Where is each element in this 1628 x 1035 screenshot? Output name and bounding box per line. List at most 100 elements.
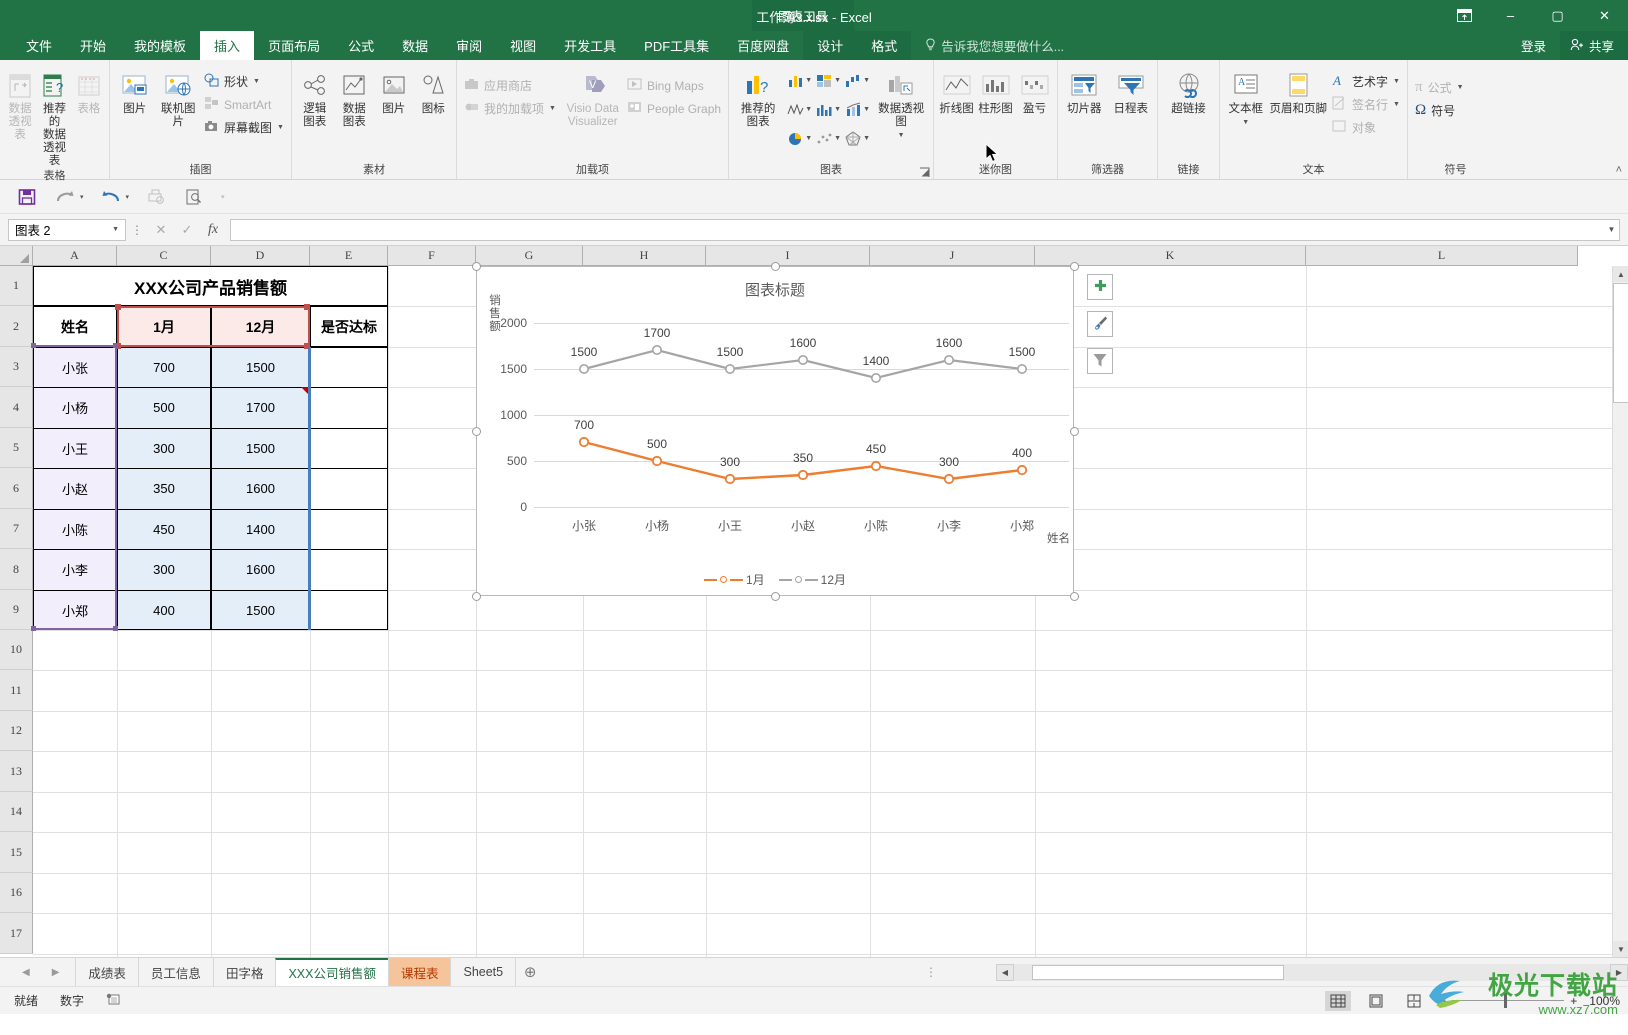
table-cell-dec-3[interactable]: 1600 <box>211 468 310 509</box>
table-cell-dec-5[interactable]: 1600 <box>211 549 310 590</box>
table-cell-jan-5[interactable]: 300 <box>117 549 211 590</box>
table-cell-ok-4[interactable] <box>310 509 388 549</box>
column-header-F[interactable]: F <box>388 246 476 266</box>
pie-chart-button[interactable]: ▼ <box>785 131 814 146</box>
table-cell-name-0[interactable]: 小张 <box>33 347 117 387</box>
tab-pdf-tools[interactable]: PDF工具集 <box>630 31 723 60</box>
chart-title[interactable]: 图表标题 <box>477 279 1073 300</box>
row-header-6[interactable]: 6 <box>0 468 33 509</box>
waterfall-chart-button[interactable]: ▼ <box>843 73 872 88</box>
table-cell-jan-0[interactable]: 700 <box>117 347 211 387</box>
sheet-bar-splitter[interactable]: ⋮ <box>925 965 937 979</box>
column-header-E[interactable]: E <box>310 246 388 266</box>
chevron-down-icon[interactable]: ▼ <box>863 135 870 142</box>
chevron-down-icon[interactable]: ▼ <box>549 105 556 112</box>
table-button[interactable]: 表格 <box>73 66 105 116</box>
redo-icon[interactable] <box>54 186 76 208</box>
close-button[interactable]: ✕ <box>1581 0 1628 31</box>
zoom-out-button[interactable]: − <box>1439 994 1446 1008</box>
chevron-down-icon[interactable]: ▼ <box>1242 116 1249 129</box>
table-cell-ok-1[interactable] <box>310 387 388 428</box>
zoom-slider[interactable]: − + <box>1439 993 1577 1008</box>
header-footer-button[interactable]: 页眉和页脚 <box>1270 66 1327 116</box>
scroll-down-button[interactable]: ▼ <box>1613 941 1628 957</box>
column-header-I[interactable]: I <box>706 246 870 266</box>
horizontal-scroll-thumb[interactable] <box>1032 965 1284 980</box>
horizontal-scrollbar[interactable]: ◀ ▶ <box>996 958 1628 987</box>
tab-review[interactable]: 审阅 <box>442 31 496 60</box>
tab-chart-design[interactable]: 设计 <box>803 31 858 60</box>
table-cell-dec-0[interactable]: 1500 <box>211 347 310 387</box>
chevron-down-icon[interactable]: ▼ <box>898 129 905 142</box>
pivot-table-button[interactable]: 数据 透视表 <box>4 66 36 142</box>
bing-maps-button[interactable]: Bing Maps <box>624 74 724 97</box>
collapse-ribbon-icon[interactable]: ˄ <box>1616 164 1622 176</box>
tab-developer[interactable]: 开发工具 <box>550 31 630 60</box>
table-cell-ok-0[interactable] <box>310 347 388 387</box>
x-axis-title[interactable]: 姓名 <box>1047 530 1070 546</box>
scroll-up-button[interactable]: ▲ <box>1613 266 1628 282</box>
column-header-D[interactable]: D <box>211 246 310 266</box>
sheet-tab-sheet5[interactable]: Sheet5 <box>450 957 517 987</box>
select-all-button[interactable] <box>0 246 33 266</box>
chevron-down-icon[interactable]: ▼ <box>277 124 284 131</box>
tab-my-templates[interactable]: 我的模板 <box>120 31 200 60</box>
column-header-L[interactable]: L <box>1306 246 1578 266</box>
table-cell-name-4[interactable]: 小陈 <box>33 509 117 549</box>
chart-handle-ne[interactable] <box>1070 262 1079 271</box>
my-addins-button[interactable]: 我的加载项 ▼ <box>461 97 562 120</box>
hscroll-right-button[interactable]: ▶ <box>1610 964 1628 981</box>
column-chart-button[interactable]: ▼ <box>785 73 814 88</box>
table-cell-dec-1[interactable]: 1700 <box>211 387 310 428</box>
row-header-15[interactable]: 15 <box>0 832 33 873</box>
table-cell-dec-6[interactable]: 1500 <box>211 590 310 630</box>
confirm-icon[interactable]: ✓ <box>174 219 200 241</box>
chart-legend[interactable]: 1月 12月 <box>477 571 1073 588</box>
chart-styles-button[interactable] <box>1087 311 1113 337</box>
table-cell-name-1[interactable]: 小杨 <box>33 387 117 428</box>
chevron-down-icon[interactable]: ▼ <box>805 77 812 84</box>
chevron-down-icon[interactable]: ▼ <box>834 77 841 84</box>
chevron-down-icon[interactable]: ▼ <box>834 135 841 142</box>
legend-item-dec[interactable]: 12月 <box>778 571 846 588</box>
symbol-button[interactable]: Ω 符号 <box>1412 99 1467 122</box>
chart-handle-nw[interactable] <box>472 262 481 271</box>
chart-handle-n[interactable] <box>771 262 780 271</box>
legend-item-jan[interactable]: 1月 <box>703 571 765 588</box>
sparkline-line-button[interactable]: 折线图 <box>938 66 975 116</box>
pivot-chart-button[interactable]: 数据透视图 ▼ <box>873 66 929 142</box>
timeline-button[interactable]: 日程表 <box>1109 66 1154 116</box>
zoom-level-label[interactable]: 100% <box>1589 994 1620 1008</box>
store-button[interactable]: 应用商店 <box>461 74 562 97</box>
row-header-14[interactable]: 14 <box>0 792 33 832</box>
column-header-C[interactable]: C <box>117 246 211 266</box>
save-icon[interactable] <box>16 186 38 208</box>
row-header-16[interactable]: 16 <box>0 873 33 913</box>
chevron-down-icon[interactable]: ▼ <box>834 106 841 113</box>
visio-data-visualizer-button[interactable]: V Visio Data Visualizer <box>564 66 622 129</box>
signature-line-button[interactable]: 签名行 ▼ <box>1329 93 1403 116</box>
chevron-down-icon[interactable]: ▼ <box>863 77 870 84</box>
row-header-5[interactable]: 5 <box>0 428 33 468</box>
expand-formula-bar-icon[interactable]: ▼ <box>1604 218 1620 241</box>
table-cell-name-5[interactable]: 小李 <box>33 549 117 590</box>
normal-view-button[interactable] <box>1325 990 1352 1011</box>
column-header-H[interactable]: H <box>583 246 706 266</box>
tab-view[interactable]: 视图 <box>496 31 550 60</box>
ribbon-display-options-icon[interactable] <box>1445 0 1483 31</box>
chart-handle-e[interactable] <box>1070 427 1079 436</box>
recommended-charts-button[interactable]: ? 推荐的 图表 <box>733 66 783 129</box>
sheet-tab-kechengbiao[interactable]: 课程表 <box>387 957 452 987</box>
material-picture-button[interactable]: 图片 <box>375 66 413 116</box>
chevron-down-icon[interactable]: ▼ <box>863 106 870 113</box>
page-layout-view-button[interactable] <box>1363 991 1389 1011</box>
table-cell-jan-1[interactable]: 500 <box>117 387 211 428</box>
sheet-tab-xxx-sales[interactable]: XXX公司销售额 <box>275 957 389 987</box>
print-preview-magnifier-icon[interactable] <box>183 186 205 208</box>
chart-object[interactable]: 图表标题 销售额 2000 1500 1000 500 0 1500 1700 … <box>476 266 1074 596</box>
formula-input[interactable] <box>230 218 1604 241</box>
sheet-tab-chengjibiao[interactable]: 成绩表 <box>75 957 139 987</box>
sparkline-winloss-button[interactable]: 盈亏 <box>1016 66 1053 116</box>
chevron-down-icon[interactable]: ▼ <box>253 78 260 85</box>
chevron-down-icon[interactable]: ▼ <box>1457 84 1464 91</box>
